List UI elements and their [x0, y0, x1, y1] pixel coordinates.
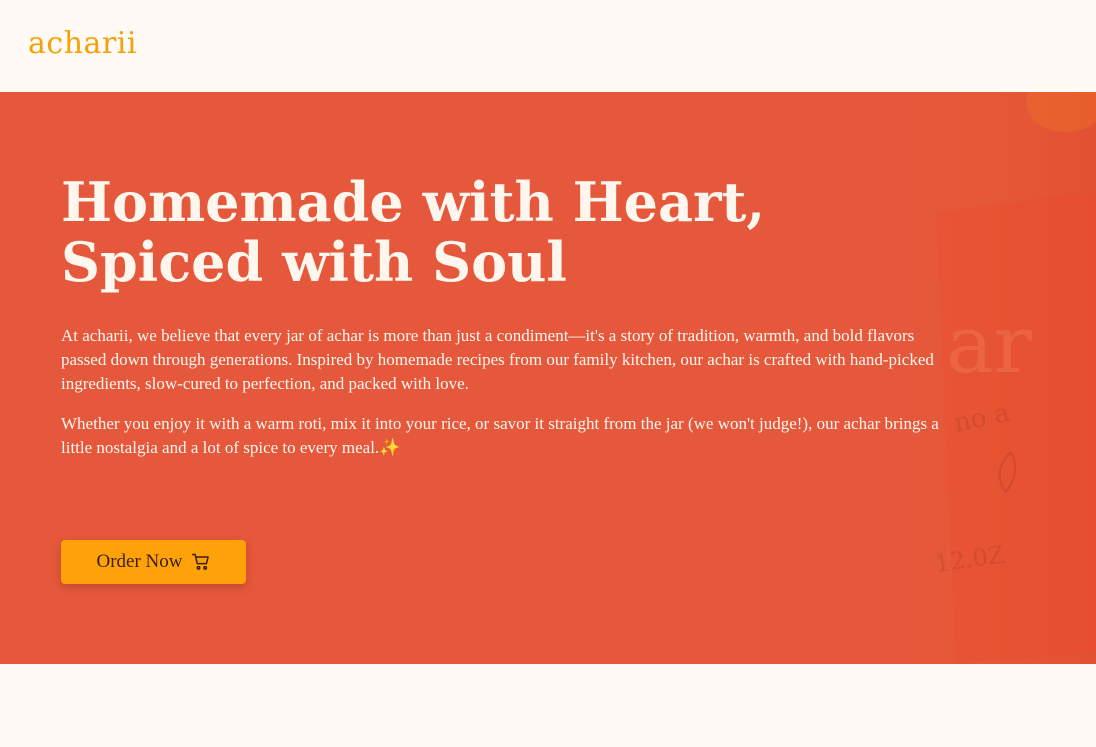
hero-intro-paragraph: At acharii, we believe that every jar of… — [61, 326, 934, 393]
hero-second-paragraph-text: Whether you enjoy it with a warm roti, m… — [61, 414, 939, 457]
page-below-fold — [0, 664, 1096, 747]
hero-title-line1: Homemade with Heart, — [61, 170, 766, 234]
order-now-label: Order Now — [96, 551, 183, 572]
hero-section: ar no a 12.0Z Homemade with Heart, Spice… — [0, 92, 1096, 664]
sparkle-icon: ✨ — [379, 438, 401, 457]
brand-logo[interactable]: acharii — [28, 26, 137, 61]
hero-title-line2: Spiced with Soul — [61, 230, 567, 294]
hero-second-paragraph: Whether you enjoy it with a warm roti, m… — [61, 412, 961, 460]
hero-title: Homemade with Heart, Spiced with Soul — [61, 172, 821, 292]
site-header: acharii — [0, 0, 1096, 92]
order-now-button[interactable]: Order Now — [61, 540, 246, 584]
cart-icon — [191, 552, 211, 572]
